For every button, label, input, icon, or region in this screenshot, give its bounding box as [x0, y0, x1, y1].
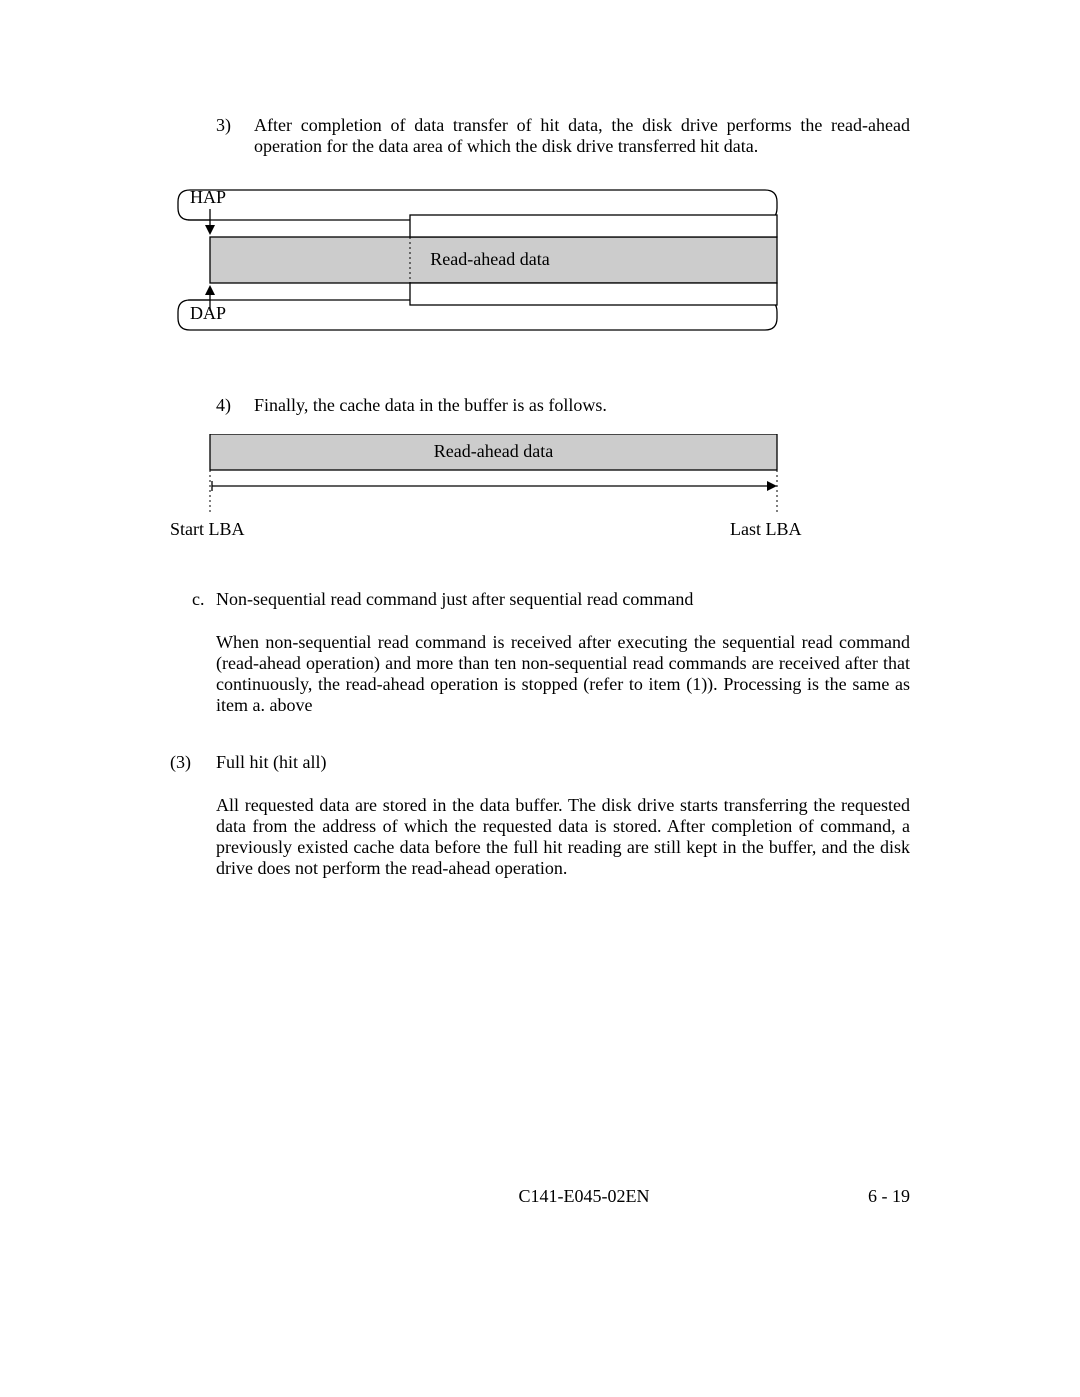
item-text: After completion of data transfer of hit…: [254, 115, 910, 157]
sub-item-c: c. Non-sequential read command just afte…: [170, 589, 910, 610]
last-lba-label: Last LBA: [730, 519, 802, 540]
diagram-read-ahead-pointers: HAP DAP Read-ahead data: [170, 175, 910, 355]
item-text: Finally, the cache data in the buffer is…: [254, 395, 910, 416]
item-number: 4): [170, 395, 254, 416]
start-lba-label: Start LBA: [170, 519, 245, 540]
page-number: 6 - 19: [868, 1186, 910, 1207]
letter-marker: c.: [170, 589, 216, 610]
page-content: 3) After completion of data transfer of …: [0, 0, 1080, 879]
doc-id: C141-E045-02EN: [519, 1186, 650, 1207]
hap-label: HAP: [190, 187, 226, 208]
read-ahead-label: Read-ahead data: [170, 249, 810, 270]
section-3: (3) Full hit (hit all): [170, 752, 910, 773]
section-number: (3): [170, 752, 216, 773]
list-item-3: 3) After completion of data transfer of …: [170, 115, 910, 157]
dap-label: DAP: [190, 303, 226, 324]
section-title: Full hit (hit all): [216, 752, 910, 773]
sub-item-c-para: When non-sequential read command is rece…: [216, 632, 910, 716]
sub-item-title: Non-sequential read command just after s…: [216, 589, 910, 610]
read-ahead-label-2: Read-ahead data: [210, 441, 777, 462]
item-number: 3): [170, 115, 254, 157]
diagram-cache-buffer: Read-ahead data Start LBA Last LBA: [170, 434, 910, 554]
section-3-para: All requested data are stored in the dat…: [216, 795, 910, 879]
list-item-4: 4) Finally, the cache data in the buffer…: [170, 395, 910, 416]
page-footer: C141-E045-02EN 6 - 19: [0, 1186, 1080, 1207]
